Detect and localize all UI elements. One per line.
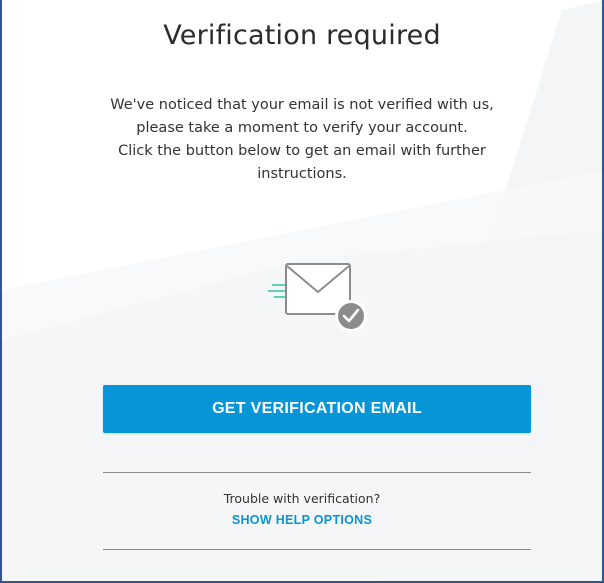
divider xyxy=(103,549,531,550)
get-verification-email-button[interactable]: GET VERIFICATION EMAIL xyxy=(103,385,531,433)
verification-dialog: Verification required We've noticed that… xyxy=(0,0,604,583)
help-options-container: SHOW HELP OPTIONS xyxy=(2,513,602,527)
description-line: instructions. xyxy=(257,166,347,182)
page-title: Verification required xyxy=(163,20,441,51)
description-line: please take a moment to verify your acco… xyxy=(136,120,468,136)
description-line: We've noticed that your email is not ver… xyxy=(110,97,494,113)
show-help-options-link[interactable]: SHOW HELP OPTIONS xyxy=(232,513,372,527)
divider xyxy=(103,472,531,473)
trouble-text: Trouble with verification? xyxy=(223,491,381,506)
description-text: We've noticed that your email is not ver… xyxy=(72,94,532,186)
envelope-check-icon xyxy=(268,263,367,332)
description-line: Click the button below to get an email w… xyxy=(118,143,486,159)
dialog-content: Verification required We've noticed that… xyxy=(2,0,602,581)
